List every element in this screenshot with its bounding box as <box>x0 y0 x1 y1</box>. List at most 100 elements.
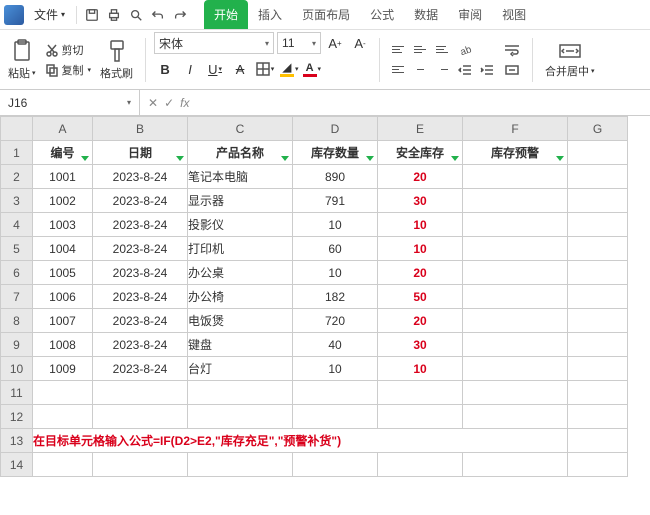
cell[interactable]: 1007 <box>33 309 93 333</box>
cell[interactable] <box>463 213 568 237</box>
cell[interactable] <box>568 285 628 309</box>
cell[interactable] <box>463 357 568 381</box>
cell[interactable]: 2023-8-24 <box>93 237 188 261</box>
row-header[interactable]: 7 <box>1 285 33 309</box>
underline-button[interactable]: U▾ <box>204 58 226 80</box>
tab-layout[interactable]: 页面布局 <box>292 0 360 29</box>
cell[interactable]: 791 <box>293 189 378 213</box>
cell[interactable]: 10 <box>293 357 378 381</box>
cell[interactable]: 1004 <box>33 237 93 261</box>
cell[interactable]: 40 <box>293 333 378 357</box>
cell[interactable] <box>568 333 628 357</box>
row-header[interactable]: 9 <box>1 333 33 357</box>
orientation-button[interactable]: ab <box>455 41 475 59</box>
shrink-fit-button[interactable] <box>500 61 524 79</box>
font-size-select[interactable]: 11▾ <box>277 32 321 54</box>
cell[interactable] <box>293 381 378 405</box>
cell[interactable] <box>568 309 628 333</box>
col-header-E[interactable]: E <box>378 117 463 141</box>
cell[interactable]: 笔记本电脑 <box>188 165 293 189</box>
cell[interactable] <box>33 381 93 405</box>
cell[interactable]: 30 <box>378 189 463 213</box>
cell[interactable] <box>568 261 628 285</box>
filter-icon[interactable] <box>556 156 564 161</box>
tab-insert[interactable]: 插入 <box>248 0 292 29</box>
cell[interactable] <box>33 405 93 429</box>
filter-icon[interactable] <box>176 156 184 161</box>
cell[interactable]: 2023-8-24 <box>93 285 188 309</box>
col-header-F[interactable]: F <box>463 117 568 141</box>
row-header[interactable]: 13 <box>1 429 33 453</box>
cell[interactable]: 182 <box>293 285 378 309</box>
cell[interactable]: 2023-8-24 <box>93 261 188 285</box>
cell[interactable]: 1009 <box>33 357 93 381</box>
cell[interactable] <box>463 261 568 285</box>
cell[interactable] <box>93 405 188 429</box>
cell[interactable] <box>568 453 628 477</box>
cell[interactable]: 1001 <box>33 165 93 189</box>
cell[interactable] <box>568 357 628 381</box>
filter-icon[interactable] <box>366 156 374 161</box>
cell[interactable] <box>378 405 463 429</box>
cell[interactable] <box>568 429 628 453</box>
col-header-A[interactable]: A <box>33 117 93 141</box>
col-header-D[interactable]: D <box>293 117 378 141</box>
cell[interactable] <box>463 453 568 477</box>
tab-view[interactable]: 视图 <box>492 0 536 29</box>
merge-center-button[interactable]: 合并居中▾ <box>541 34 599 86</box>
cell[interactable]: 办公椅 <box>188 285 293 309</box>
print-icon[interactable] <box>104 5 124 25</box>
increase-font-button[interactable]: A+ <box>324 32 346 54</box>
row-header[interactable]: 8 <box>1 309 33 333</box>
table-header-cell[interactable]: 库存数量 <box>293 141 378 165</box>
row-header[interactable]: 2 <box>1 165 33 189</box>
cell[interactable] <box>33 453 93 477</box>
cell[interactable]: 电饭煲 <box>188 309 293 333</box>
increase-indent-button[interactable] <box>477 61 497 79</box>
col-header-G[interactable]: G <box>568 117 628 141</box>
row-header[interactable]: 10 <box>1 357 33 381</box>
cell[interactable]: 720 <box>293 309 378 333</box>
formula-input[interactable] <box>197 90 650 115</box>
table-header-cell[interactable]: 安全库存 <box>378 141 463 165</box>
cell[interactable] <box>188 453 293 477</box>
row-header[interactable]: 14 <box>1 453 33 477</box>
align-middle-button[interactable] <box>410 41 430 59</box>
cell[interactable]: 1002 <box>33 189 93 213</box>
font-color-button[interactable]: A▾ <box>302 61 322 77</box>
cell[interactable]: 10 <box>293 261 378 285</box>
cell[interactable] <box>93 453 188 477</box>
wrap-text-button[interactable] <box>500 41 524 59</box>
fx-icon[interactable]: fx <box>180 96 189 110</box>
cell[interactable]: 10 <box>378 237 463 261</box>
cell[interactable]: 办公桌 <box>188 261 293 285</box>
cell[interactable]: 2023-8-24 <box>93 309 188 333</box>
cell[interactable]: 2023-8-24 <box>93 333 188 357</box>
cell[interactable]: 1008 <box>33 333 93 357</box>
strikethrough-button[interactable]: A <box>229 58 251 80</box>
italic-button[interactable]: I <box>179 58 201 80</box>
copy-button[interactable]: 复制▾ <box>43 61 94 79</box>
cell[interactable]: 60 <box>293 237 378 261</box>
cut-button[interactable]: 剪切 <box>43 41 94 59</box>
cell[interactable]: 1006 <box>33 285 93 309</box>
table-header-cell[interactable]: 库存预警 <box>463 141 568 165</box>
cell[interactable]: 2023-8-24 <box>93 165 188 189</box>
cell[interactable] <box>568 213 628 237</box>
cancel-icon[interactable]: ✕ <box>148 96 158 110</box>
table-header-cell[interactable]: 编号 <box>33 141 93 165</box>
align-center-button[interactable] <box>410 61 430 79</box>
font-name-select[interactable]: 宋体▾ <box>154 32 274 54</box>
cell[interactable] <box>463 333 568 357</box>
align-top-button[interactable] <box>388 41 408 59</box>
decrease-font-button[interactable]: A- <box>349 32 371 54</box>
cell[interactable] <box>568 165 628 189</box>
redo-icon[interactable] <box>170 5 190 25</box>
cell[interactable] <box>463 285 568 309</box>
table-header-cell[interactable]: 产品名称 <box>188 141 293 165</box>
cell[interactable]: 20 <box>378 261 463 285</box>
note-cell[interactable]: 在目标单元格输入公式=IF(D2>E2,"库存充足","预警补货") <box>33 429 568 453</box>
cell[interactable]: 键盘 <box>188 333 293 357</box>
cell[interactable] <box>568 189 628 213</box>
cell[interactable]: 投影仪 <box>188 213 293 237</box>
